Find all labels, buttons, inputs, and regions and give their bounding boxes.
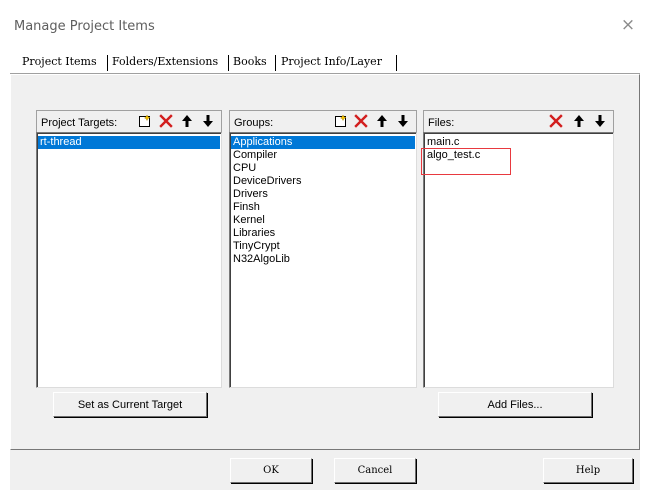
ok-button[interactable]: OK: [230, 458, 312, 483]
move-up-arrow-icon[interactable]: [571, 113, 587, 129]
close-icon[interactable]: ×: [617, 14, 639, 36]
project-targets-list[interactable]: rt-thread: [36, 132, 222, 388]
files-header: Files:: [423, 110, 614, 132]
move-up-arrow-icon[interactable]: [179, 113, 195, 129]
files-group: Files: main.c algo_test.c: [423, 110, 614, 388]
list-item[interactable]: main.c: [425, 136, 612, 149]
list-item[interactable]: Applications: [231, 136, 415, 149]
groups-list[interactable]: Applications Compiler CPU DeviceDrivers …: [229, 132, 417, 388]
set-as-current-target-button[interactable]: Set as Current Target: [53, 392, 207, 417]
list-item[interactable]: N32AlgoLib: [231, 253, 415, 266]
list-item[interactable]: Finsh: [231, 201, 415, 214]
window-title: Manage Project Items: [14, 19, 155, 34]
groups-group: Groups: Applications Compiler CPU Device…: [229, 110, 417, 388]
tab-books[interactable]: Books: [233, 53, 267, 73]
move-down-arrow-icon[interactable]: [592, 113, 608, 129]
new-item-icon[interactable]: [333, 113, 349, 129]
tab-separator: [275, 55, 276, 71]
project-targets-group: Project Targets: rt-thread: [36, 110, 222, 388]
delete-x-icon[interactable]: [353, 113, 369, 129]
add-files-button[interactable]: Add Files...: [438, 392, 592, 417]
title-bar: Manage Project Items ×: [0, 0, 656, 44]
groups-header: Groups:: [229, 110, 417, 132]
move-up-arrow-icon[interactable]: [374, 113, 390, 129]
tab-separator: [107, 55, 108, 71]
files-list[interactable]: main.c algo_test.c: [423, 132, 614, 388]
help-button[interactable]: Help: [543, 458, 633, 483]
list-item[interactable]: CPU: [231, 162, 415, 175]
tab-separator: [396, 55, 397, 71]
groups-label: Groups:: [234, 117, 274, 129]
list-item[interactable]: Libraries: [231, 227, 415, 240]
move-down-arrow-icon[interactable]: [395, 113, 411, 129]
tab-folders-extensions[interactable]: Folders/Extensions: [112, 53, 218, 73]
list-item[interactable]: algo_test.c: [425, 149, 612, 162]
files-label: Files:: [428, 117, 455, 129]
tab-project-info-layer[interactable]: Project Info/Layer: [281, 53, 382, 73]
new-item-icon[interactable]: [137, 113, 153, 129]
list-item[interactable]: DeviceDrivers: [231, 175, 415, 188]
cancel-button[interactable]: Cancel: [334, 458, 416, 483]
tab-separator: [228, 55, 229, 71]
list-item[interactable]: Drivers: [231, 188, 415, 201]
project-targets-header: Project Targets:: [36, 110, 222, 132]
list-item[interactable]: Kernel: [231, 214, 415, 227]
delete-x-icon[interactable]: [158, 113, 174, 129]
delete-x-icon[interactable]: [548, 113, 564, 129]
list-item[interactable]: Compiler: [231, 149, 415, 162]
move-down-arrow-icon[interactable]: [200, 113, 216, 129]
list-item[interactable]: TinyCrypt: [231, 240, 415, 253]
tab-project-items[interactable]: Project Items: [22, 53, 97, 73]
project-targets-label: Project Targets:: [41, 117, 118, 129]
list-item[interactable]: rt-thread: [38, 136, 220, 149]
